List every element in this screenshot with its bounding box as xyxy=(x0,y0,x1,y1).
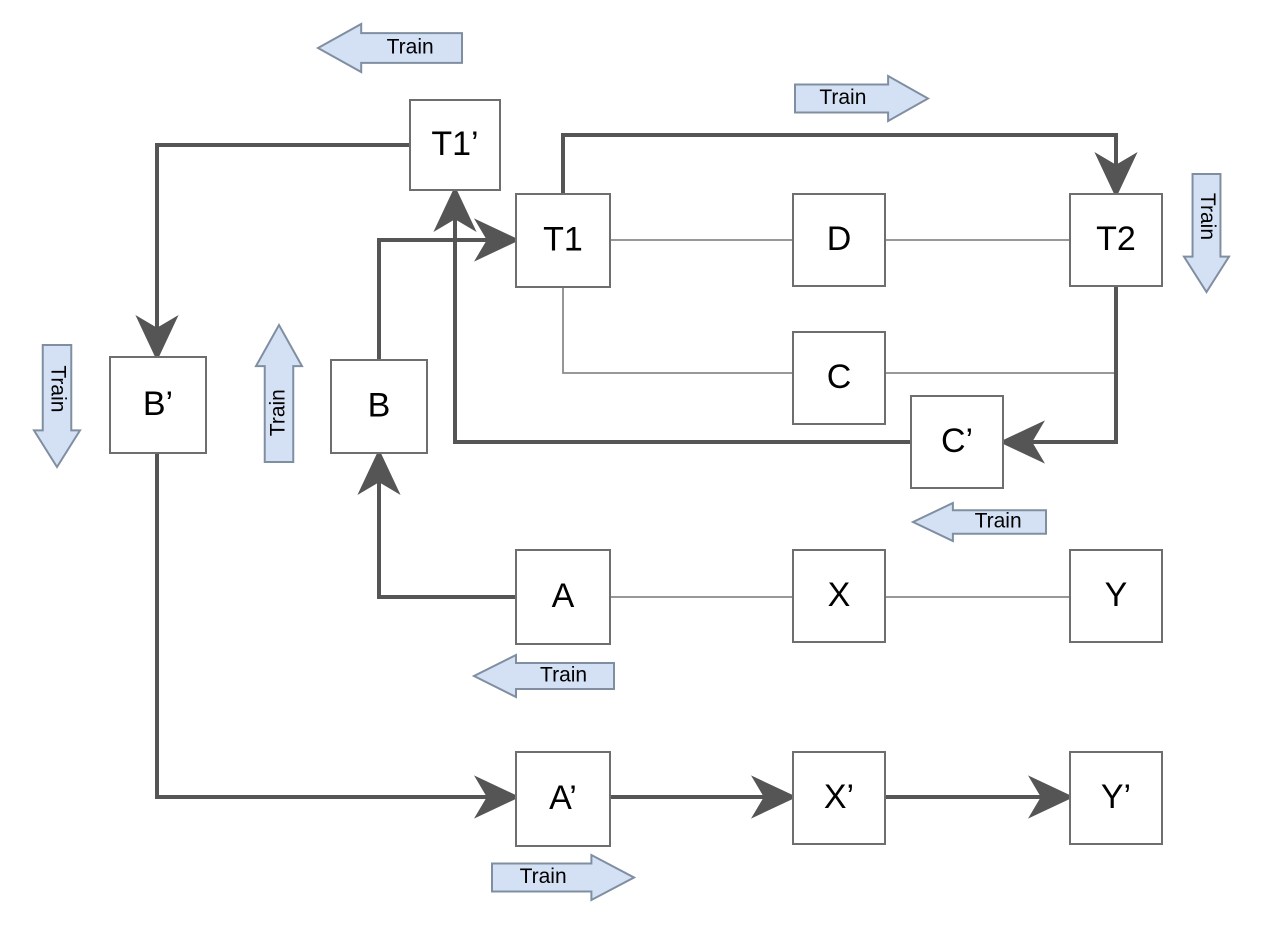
route-T2-to-Cp xyxy=(999,287,1118,464)
node-label-T1p: T1’ xyxy=(431,125,478,163)
route-B-to-T1 xyxy=(377,218,520,360)
route-T1-to-T2 xyxy=(561,133,1138,198)
train-right-down-label: Train xyxy=(1196,193,1219,240)
node-Yp[interactable]: Y’ xyxy=(1069,751,1163,845)
train-cprime-left-label: Train xyxy=(975,510,1022,533)
nodes-layer: T1’ T1 D T2 C C’ B’ B A X Y A’ X’ Y’ xyxy=(109,99,1163,847)
node-Ap[interactable]: A’ xyxy=(515,751,611,847)
node-label-Xp: X’ xyxy=(824,778,854,816)
node-label-Ap: A’ xyxy=(549,779,577,817)
node-label-T2: T2 xyxy=(1096,220,1136,258)
train-top-right-label: Train xyxy=(819,86,866,109)
node-T1[interactable]: T1 xyxy=(515,193,611,288)
node-X[interactable]: X xyxy=(792,549,886,643)
train-aprime-right-arrow-icon: Train xyxy=(491,853,637,902)
node-T2[interactable]: T2 xyxy=(1069,193,1163,287)
node-label-Y: Y xyxy=(1105,576,1128,614)
block-flow-diagram: T1’T1 D T2CC’B’ BA X YA’ X’ Y’ TrainTrainTrainT… xyxy=(32,22,1231,902)
node-label-Cp: C’ xyxy=(941,422,973,460)
node-C[interactable]: C xyxy=(792,331,886,425)
route-Bp-to-Ap xyxy=(155,453,520,819)
train-arrows-layer: Train Train Train Train Train Train Train Train xyxy=(32,22,1231,902)
node-Bp[interactable]: B’ xyxy=(109,356,207,454)
train-a-left-arrow-icon: Train xyxy=(471,653,615,699)
node-A[interactable]: A xyxy=(515,549,611,645)
node-label-A: A xyxy=(552,577,575,615)
node-D[interactable]: D xyxy=(792,193,886,287)
train-mid-up-arrow-icon: Train xyxy=(254,322,304,463)
train-mid-up-label: Train xyxy=(267,389,290,436)
node-label-Yp: Y’ xyxy=(1101,778,1131,816)
node-T1p[interactable]: T1’ xyxy=(409,99,501,191)
route-T1p-to-Bp xyxy=(135,143,410,361)
route-A-to-B xyxy=(357,449,516,599)
node-label-Bp: B’ xyxy=(143,385,173,423)
node-Cp[interactable]: C’ xyxy=(910,395,1004,489)
train-top-left-arrow-icon: Train xyxy=(315,22,463,74)
train-a-left-label: Train xyxy=(540,664,587,687)
train-aprime-right-label: Train xyxy=(520,865,567,888)
node-label-C: C xyxy=(827,358,852,396)
train-top-right-arrow-icon: Train xyxy=(794,74,931,123)
train-left-down-label: Train xyxy=(46,365,69,412)
train-cprime-left-arrow-icon: Train xyxy=(910,501,1047,543)
edge-T1-to-C xyxy=(562,287,793,374)
node-label-X: X xyxy=(828,576,851,614)
node-label-B: B xyxy=(368,386,391,424)
node-Y[interactable]: Y xyxy=(1069,549,1163,643)
node-Xp[interactable]: X’ xyxy=(792,751,886,845)
train-right-down-arrow-icon: Train xyxy=(1182,173,1231,294)
node-label-T1: T1 xyxy=(543,220,583,258)
node-B[interactable]: B xyxy=(330,359,428,454)
node-label-D: D xyxy=(827,220,852,258)
diagram-root: T1’ T1 D T2 C C’ B’ B A X Y A’ X’ Y’ Train Train Train T… xyxy=(0,0,1262,930)
train-left-down-arrow-icon: Train xyxy=(32,344,82,469)
train-top-left-label: Train xyxy=(387,36,434,59)
